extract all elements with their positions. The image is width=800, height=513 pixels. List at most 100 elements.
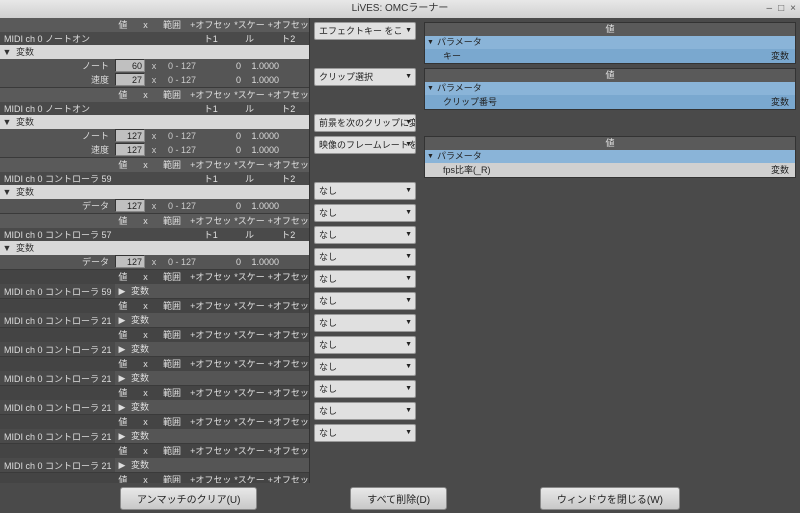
value-input[interactable] <box>115 143 145 156</box>
midi-block: 値 x 範囲 +オフセット1 *スケール +オフセット2 MIDI ch 0 コ… <box>0 415 309 444</box>
variable-row[interactable]: ▼ 変数 <box>0 241 310 255</box>
col-val: 値 <box>109 386 137 400</box>
footer-bar: アンマッチのクリア(U) すべて削除(D) ウィンドウを閉じる(W) <box>0 483 800 513</box>
offset1-input[interactable] <box>201 129 245 142</box>
scale-input[interactable] <box>245 199 283 212</box>
column-header-row: 値 x 範囲 +オフセット1 *スケール +オフセット2 <box>0 158 309 172</box>
x-label: x <box>145 199 163 213</box>
minimize-icon[interactable]: – <box>767 0 773 18</box>
variable-row[interactable]: ▶ 変数 <box>115 284 309 298</box>
action-select[interactable]: クリップ選択 <box>314 68 416 86</box>
offset2-input[interactable] <box>283 255 310 268</box>
offset2-input[interactable] <box>283 129 310 142</box>
action-select[interactable]: なし <box>314 182 416 200</box>
col-x: x <box>137 18 154 32</box>
col-offset1: +オフセット1 <box>190 444 232 458</box>
expand-right-icon[interactable]: ▶ <box>115 458 129 472</box>
variable-row[interactable]: ▼ 変数 <box>0 185 310 199</box>
midi-block: 値 x 範囲 +オフセット1 *スケール +オフセット2 MIDI ch 0 コ… <box>0 214 309 270</box>
close-icon[interactable]: × <box>790 0 796 18</box>
col-scale: *スケール <box>232 415 268 429</box>
offset1-input[interactable] <box>201 143 245 156</box>
action-select[interactable]: なし <box>314 380 416 398</box>
param-item[interactable]: fps比率(_R)変数 <box>425 163 795 177</box>
offset2-input[interactable] <box>283 59 310 72</box>
value-input[interactable] <box>115 59 145 72</box>
offset1-input[interactable] <box>201 199 245 212</box>
action-select[interactable]: なし <box>314 358 416 376</box>
offset1-input[interactable] <box>201 73 245 86</box>
variable-row[interactable]: ▼ 変数 <box>0 45 310 59</box>
variable-row[interactable]: ▼ 変数 <box>0 115 310 129</box>
scale-input[interactable] <box>245 129 283 142</box>
action-select[interactable]: 映像のフレームレートを <box>314 136 416 154</box>
offset2-input[interactable] <box>283 73 310 86</box>
variable-row[interactable]: ▶ 変数 <box>115 313 309 327</box>
column-header-row: 値 x 範囲 +オフセット1 *スケール +オフセット2 <box>0 357 309 371</box>
scale-input[interactable] <box>245 255 283 268</box>
action-select[interactable]: なし <box>314 314 416 332</box>
close-window-button[interactable]: ウィンドウを閉じる(W) <box>540 487 680 510</box>
channel-label: MIDI ch 0 コントローラ 21 <box>0 400 115 414</box>
delete-all-button[interactable]: すべて削除(D) <box>350 487 447 510</box>
scale-input[interactable] <box>245 143 283 156</box>
offset1-input[interactable] <box>201 255 245 268</box>
action-select[interactable]: なし <box>314 424 416 442</box>
variable-row[interactable]: ▶ 変数 <box>115 371 309 385</box>
channel-label: MIDI ch 0 コントローラ 21 <box>0 313 115 327</box>
data-label: ノート <box>0 129 115 143</box>
expand-down-icon[interactable]: ▼ <box>0 185 14 199</box>
col-offset1: +オフセット1 <box>190 415 232 429</box>
param-sub-header[interactable]: パラメータ <box>425 82 795 95</box>
col-offset1: +オフセット1 <box>190 357 232 371</box>
maximize-icon[interactable]: □ <box>778 0 784 18</box>
col-scale: *スケール <box>232 214 268 228</box>
scale-input[interactable] <box>245 73 283 86</box>
variable-row[interactable]: ▶ 変数 <box>115 342 309 356</box>
action-select[interactable]: エフェクトキー をこ <box>314 22 416 40</box>
value-input[interactable] <box>115 255 145 268</box>
param-sub-header[interactable]: パラメータ <box>425 150 795 163</box>
col-x: x <box>137 158 154 172</box>
param-item[interactable]: クリップ番号変数 <box>425 95 795 109</box>
col-scale: *スケール <box>232 158 268 172</box>
action-select[interactable]: なし <box>314 226 416 244</box>
action-select[interactable]: なし <box>314 292 416 310</box>
param-panel: 値 パラメータ クリップ番号変数 <box>424 68 796 110</box>
action-select[interactable]: なし <box>314 270 416 288</box>
expand-right-icon[interactable]: ▶ <box>115 342 129 356</box>
expand-down-icon[interactable]: ▼ <box>0 241 14 255</box>
variable-row[interactable]: ▶ 変数 <box>115 429 309 443</box>
offset2-input[interactable] <box>283 143 310 156</box>
expand-right-icon[interactable]: ▶ <box>115 371 129 385</box>
expand-right-icon[interactable]: ▶ <box>115 313 129 327</box>
expand-right-icon[interactable]: ▶ <box>115 284 129 298</box>
expand-right-icon[interactable]: ▶ <box>115 429 129 443</box>
offset2-input[interactable] <box>283 199 310 212</box>
action-select[interactable]: 前景を次のクリップに変更 <box>314 114 416 132</box>
param-item[interactable]: キー変数 <box>425 49 795 63</box>
col-offset2: +オフセット2 <box>267 357 309 371</box>
variable-label: 変数 <box>129 458 309 472</box>
col-x: x <box>137 415 154 429</box>
action-select[interactable]: なし <box>314 402 416 420</box>
expand-down-icon[interactable]: ▼ <box>0 45 14 59</box>
param-sub-header[interactable]: パラメータ <box>425 36 795 49</box>
expand-down-icon[interactable]: ▼ <box>0 115 14 129</box>
window-title: LiVES: OMCラーナー <box>352 3 449 14</box>
midi-block: 値 x 範囲 +オフセット1 *スケール +オフセット2 MIDI ch 0 コ… <box>0 473 309 483</box>
variable-row[interactable]: ▶ 変数 <box>115 400 309 414</box>
expand-right-icon[interactable]: ▶ <box>115 400 129 414</box>
data-label: データ <box>0 255 115 269</box>
offset1-input[interactable] <box>201 59 245 72</box>
clear-unmatched-button[interactable]: アンマッチのクリア(U) <box>120 487 257 510</box>
col-offset2: +オフセット2 <box>267 299 309 313</box>
variable-row[interactable]: ▶ 変数 <box>115 458 309 472</box>
value-input[interactable] <box>115 129 145 142</box>
value-input[interactable] <box>115 199 145 212</box>
action-select[interactable]: なし <box>314 204 416 222</box>
scale-input[interactable] <box>245 59 283 72</box>
value-input[interactable] <box>115 73 145 86</box>
action-select[interactable]: なし <box>314 248 416 266</box>
action-select[interactable]: なし <box>314 336 416 354</box>
